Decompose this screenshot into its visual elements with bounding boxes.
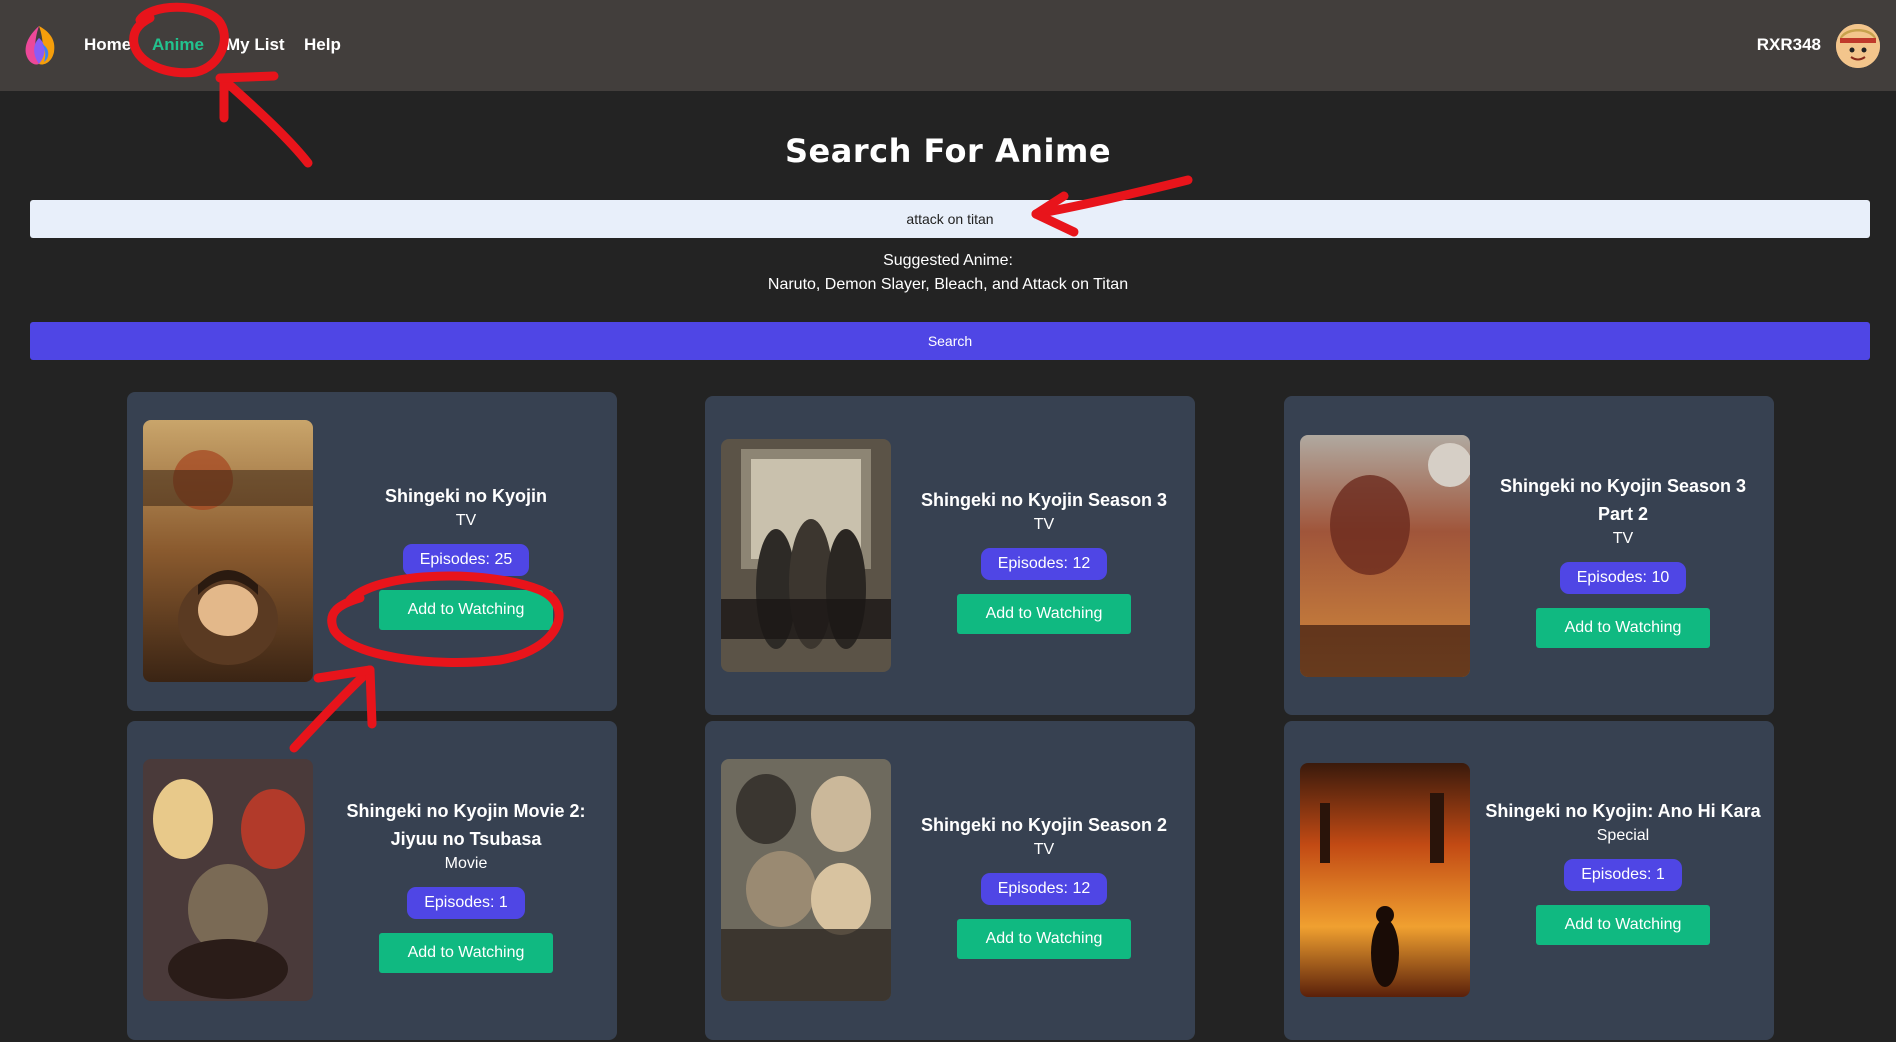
add-to-watching-button[interactable]: Add to Watching	[378, 933, 554, 973]
add-to-watching-button[interactable]: Add to Watching	[1535, 608, 1711, 648]
anime-card: Shingeki no Kyojin Movie 2: Jiyuu no Tsu…	[127, 721, 617, 1040]
anime-title: Shingeki no Kyojin: Ano Hi Kara	[1485, 801, 1761, 821]
anime-search-input[interactable]	[30, 200, 1870, 238]
page-title: Search For Anime	[784, 132, 1112, 170]
anime-title: Shingeki no Kyojin Season 3	[920, 490, 1168, 510]
episodes-badge: Episodes: 1	[1564, 859, 1682, 891]
search-button[interactable]: Search	[30, 322, 1870, 360]
anime-card-info: Shingeki no Kyojin Movie 2: Jiyuu no Tsu…	[327, 797, 605, 973]
anime-card: Shingeki no Kyojin: Ano Hi Kara Special …	[1284, 721, 1774, 1040]
top-navbar: Home Anime My List Help RXR348	[0, 0, 1896, 91]
anime-card: Shingeki no Kyojin Season 3 Part 2 TV Ep…	[1284, 396, 1774, 715]
anime-type: TV	[455, 512, 477, 529]
anime-card-info: Shingeki no Kyojin Season 3 Part 2 TV Ep…	[1484, 472, 1762, 648]
anime-card: Shingeki no Kyojin Season 2 TV Episodes:…	[705, 721, 1195, 1040]
anime-type: TV	[1612, 530, 1634, 547]
anime-type: TV	[1033, 516, 1055, 533]
anime-card: Shingeki no Kyojin TV Episodes: 25 Add t…	[127, 392, 617, 711]
app-logo-icon[interactable]	[20, 24, 58, 68]
anime-type: Movie	[444, 855, 488, 872]
add-to-watching-button[interactable]: Add to Watching	[956, 919, 1132, 959]
suggested-anime-label: Suggested Anime:	[883, 252, 1013, 269]
anime-type: Special	[1596, 827, 1650, 844]
nav-link-my-list[interactable]: My List	[226, 35, 285, 55]
suggested-anime-list: Naruto, Demon Slayer, Bleach, and Attack…	[767, 276, 1129, 293]
anime-title: Shingeki no Kyojin Season 2	[920, 815, 1168, 835]
add-to-watching-button[interactable]: Add to Watching	[1535, 905, 1711, 945]
avatar-face-icon	[1836, 24, 1880, 68]
anime-title: Shingeki no Kyojin	[384, 486, 547, 506]
nav-link-help[interactable]: Help	[304, 35, 341, 55]
anime-card-info: Shingeki no Kyojin Season 2 TV Episodes:…	[905, 811, 1183, 959]
episodes-badge: Episodes: 10	[1559, 562, 1687, 594]
anime-card-info: Shingeki no Kyojin Season 3 TV Episodes:…	[905, 486, 1183, 634]
episodes-badge: Episodes: 12	[980, 548, 1108, 580]
anime-title: Shingeki no Kyojin Movie 2: Jiyuu no Tsu…	[346, 801, 586, 849]
anime-type: TV	[1033, 841, 1055, 858]
add-to-watching-button[interactable]: Add to Watching	[956, 594, 1132, 634]
anime-poster-image[interactable]	[1300, 763, 1470, 997]
episodes-badge: Episodes: 12	[980, 873, 1108, 905]
episodes-badge: Episodes: 25	[402, 544, 530, 576]
user-avatar[interactable]	[1836, 24, 1880, 68]
anime-poster-image[interactable]	[143, 420, 313, 682]
anime-card: Shingeki no Kyojin Season 3 TV Episodes:…	[705, 396, 1195, 715]
episodes-badge: Episodes: 1	[407, 887, 525, 919]
nav-link-home[interactable]: Home	[84, 35, 131, 55]
anime-poster-image[interactable]	[1300, 435, 1470, 677]
add-to-watching-button[interactable]: Add to Watching	[378, 590, 554, 630]
anime-card-info: Shingeki no Kyojin TV Episodes: 25 Add t…	[327, 482, 605, 630]
anime-card-info: Shingeki no Kyojin: Ano Hi Kara Special …	[1484, 797, 1762, 945]
username-label[interactable]: RXR348	[1757, 35, 1821, 55]
nav-link-anime[interactable]: Anime	[152, 35, 204, 55]
anime-poster-image[interactable]	[721, 439, 891, 672]
anime-poster-image[interactable]	[143, 759, 313, 1001]
anime-poster-image[interactable]	[721, 759, 891, 1001]
anime-title: Shingeki no Kyojin Season 3 Part 2	[1499, 476, 1747, 524]
